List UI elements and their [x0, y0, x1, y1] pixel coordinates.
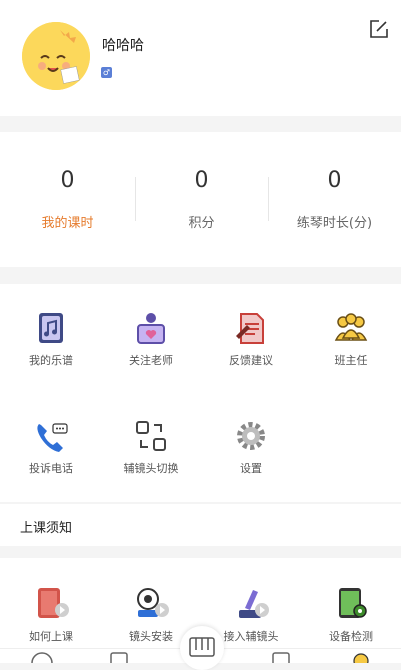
section-title: 上课须知 — [20, 521, 73, 536]
feature-head-teacher[interactable]: 班主任 — [301, 310, 401, 368]
feature-follow-teacher[interactable]: 关注老师 — [101, 310, 201, 368]
feature-my-scores[interactable]: 我的乐谱 — [1, 310, 101, 368]
gear-icon — [233, 418, 269, 454]
tutorial-how-to-class[interactable]: 如何上课 — [1, 586, 101, 644]
device-check-icon — [333, 586, 369, 622]
piano-tab-button[interactable] — [180, 626, 224, 670]
edit-icon — [370, 20, 388, 38]
feature-label: 投诉电话 — [29, 462, 73, 475]
feature-label: 我的乐谱 — [29, 354, 73, 367]
connect-aux-camera-icon — [233, 586, 269, 622]
tutorial-label: 设备检测 — [329, 630, 373, 643]
profile-card: 哈哈哈 ♂ — [0, 0, 401, 116]
edit-profile-button[interactable] — [368, 18, 390, 40]
stat-value: 0 — [327, 168, 342, 193]
stat-label: 我的课时 — [41, 216, 94, 231]
feature-complaint-phone[interactable]: 投诉电话 — [1, 418, 101, 476]
features-grid: 我的乐谱 关注老师 反馈建议 班主任 投诉电话 辅镜头切换 设置 — [0, 284, 401, 502]
feature-label: 关注老师 — [129, 354, 173, 367]
feature-label: 反馈建议 — [229, 354, 273, 367]
schedule-tab-icon[interactable] — [30, 651, 54, 663]
phone-icon — [33, 418, 69, 454]
how-to-class-icon — [33, 586, 69, 622]
avatar[interactable] — [22, 22, 90, 90]
feature-label: 设置 — [240, 462, 262, 475]
stats-card: 0 我的课时 0 积分 0 练琴时长(分) — [0, 132, 401, 267]
music-score-icon — [33, 310, 69, 346]
feature-label: 辅镜头切换 — [123, 462, 179, 475]
feature-label: 班主任 — [334, 354, 368, 367]
head-teacher-icon — [333, 310, 369, 346]
tutorial-device-check[interactable]: 设备检测 — [301, 586, 401, 644]
piano-icon — [189, 637, 215, 657]
stat-label: 练琴时长(分) — [296, 216, 373, 231]
stat-value: 0 — [60, 168, 75, 193]
username: 哈哈哈 — [102, 38, 144, 54]
lessons-tab-icon[interactable] — [108, 651, 130, 663]
tutorial-label: 如何上课 — [29, 630, 73, 643]
stat-label: 积分 — [188, 216, 215, 231]
camera-switch-icon — [133, 418, 169, 454]
feature-camera-switch[interactable]: 辅镜头切换 — [101, 418, 201, 476]
feature-feedback[interactable]: 反馈建议 — [201, 310, 301, 368]
stat-value: 0 — [194, 168, 209, 193]
profile-tab-icon[interactable] — [350, 651, 372, 663]
follow-teacher-icon — [133, 310, 169, 346]
notice-section: 上课须知 — [0, 504, 401, 546]
feedback-icon — [233, 310, 269, 346]
practice-tab-icon[interactable] — [270, 651, 292, 663]
feature-settings[interactable]: 设置 — [201, 418, 301, 476]
camera-install-icon — [133, 586, 169, 622]
avatar-image — [22, 22, 90, 90]
gender-male-icon: ♂ — [101, 67, 112, 78]
